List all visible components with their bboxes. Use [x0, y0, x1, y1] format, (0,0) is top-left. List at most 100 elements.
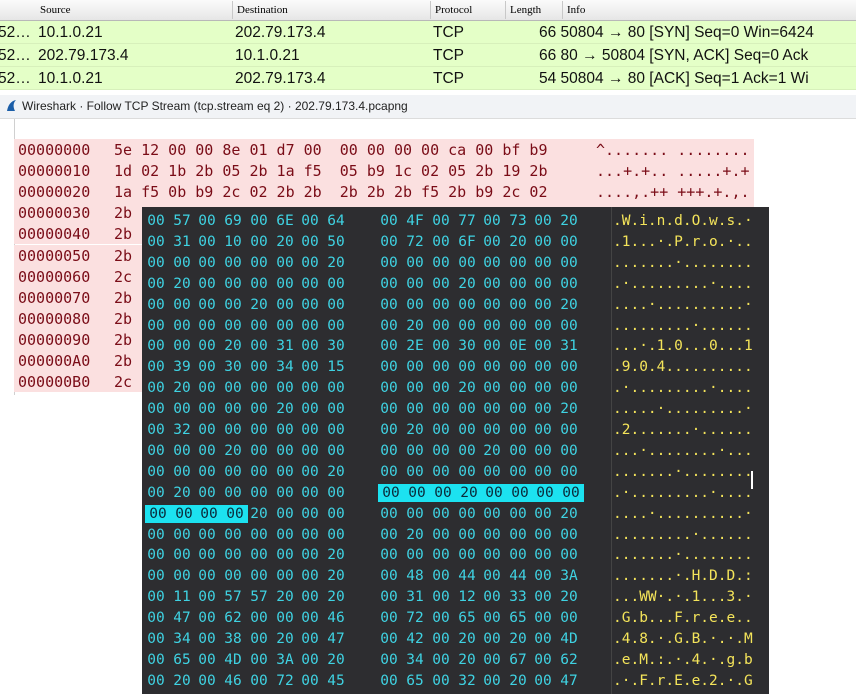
hex-byte[interactable]: 20	[171, 275, 193, 293]
hex-byte[interactable]: 15	[325, 358, 347, 376]
hex-byte[interactable]: 00	[507, 442, 529, 460]
hex-byte[interactable]: 00	[558, 442, 580, 460]
hex-byte[interactable]: 00	[558, 254, 580, 272]
hex-byte[interactable]: 00	[430, 630, 452, 648]
hex-byte[interactable]: 57	[171, 212, 193, 230]
hex-byte[interactable]: 00	[325, 400, 347, 418]
hex-byte[interactable]: 00	[507, 275, 529, 293]
hex-byte[interactable]: 62	[222, 609, 244, 627]
hex-byte[interactable]: 20	[558, 505, 580, 523]
hex-byte[interactable]: 20	[456, 379, 478, 397]
hex-byte[interactable]: 00	[430, 651, 452, 669]
hex-byte[interactable]: 00	[481, 337, 503, 355]
hex-byte[interactable]: 00	[325, 442, 347, 460]
hex-byte[interactable]: 00	[558, 358, 580, 376]
hex-byte[interactable]: 00	[299, 379, 321, 397]
hex-byte[interactable]: 00	[378, 421, 400, 439]
hex-ascii[interactable]: .1...·.P.r.o.·..	[611, 233, 753, 251]
hex-byte[interactable]: 00	[378, 483, 404, 502]
hex-byte[interactable]: 00	[378, 254, 400, 272]
hex-byte[interactable]: 00	[196, 254, 218, 272]
hex-byte[interactable]: 00	[481, 526, 503, 544]
hex-byte[interactable]: 00	[196, 567, 218, 585]
hex-byte[interactable]: 00	[481, 296, 503, 314]
hex-byte[interactable]: 00	[171, 442, 193, 460]
hex-byte[interactable]: 00	[145, 442, 167, 460]
hex-byte[interactable]: 00	[378, 546, 400, 564]
hex-byte[interactable]: 57	[222, 588, 244, 606]
hex-byte[interactable]: 00	[222, 296, 244, 314]
hex-byte[interactable]: 00	[481, 233, 503, 251]
hex-byte[interactable]: 00	[481, 672, 503, 690]
hex-byte[interactable]: 47	[171, 609, 193, 627]
hex-byte[interactable]: 00	[248, 546, 270, 564]
hex-byte[interactable]: 34	[171, 630, 193, 648]
hex-byte[interactable]: 30	[222, 358, 244, 376]
hex-byte[interactable]: 00	[430, 588, 452, 606]
hex-byte[interactable]: 00	[430, 526, 452, 544]
hex-byte[interactable]: 00	[248, 317, 270, 335]
hex-byte[interactable]: 00	[145, 651, 167, 669]
hex-byte[interactable]: 00	[456, 546, 478, 564]
hex-byte[interactable]: 00	[378, 442, 400, 460]
hex-byte[interactable]: 48	[404, 567, 426, 585]
hex-byte[interactable]: 20	[171, 672, 193, 690]
hex-byte[interactable]: 00	[532, 567, 554, 585]
hex-byte[interactable]: 00	[430, 233, 452, 251]
hex-byte[interactable]: 00	[378, 317, 400, 335]
hex-byte[interactable]: 4D	[222, 651, 244, 669]
hex-byte[interactable]: 00	[145, 379, 167, 397]
hex-byte[interactable]: 00	[456, 296, 478, 314]
hex-byte[interactable]: 00	[325, 317, 347, 335]
hex-byte[interactable]: 00	[299, 442, 321, 460]
hex-byte[interactable]: 20	[274, 233, 296, 251]
hex-byte[interactable]: 00	[558, 317, 580, 335]
hex-byte[interactable]: 00	[299, 337, 321, 355]
hex-byte[interactable]: 00	[248, 254, 270, 272]
hex-byte[interactable]: 00	[196, 672, 218, 690]
hex-byte[interactable]: 77	[456, 212, 478, 230]
hex-byte[interactable]: 00	[378, 526, 400, 544]
hex-byte[interactable]: 00	[299, 400, 321, 418]
hex-byte[interactable]: 00	[274, 442, 296, 460]
hex-byte[interactable]: 00	[274, 379, 296, 397]
hex-byte[interactable]: 00	[274, 296, 296, 314]
hex-byte[interactable]: 20	[274, 400, 296, 418]
hex-byte[interactable]: 00	[274, 505, 296, 523]
hex-byte[interactable]: 00	[196, 337, 218, 355]
hex-byte[interactable]: 47	[325, 630, 347, 648]
hex-byte[interactable]: 00	[404, 296, 426, 314]
hex-byte[interactable]: 42	[404, 630, 426, 648]
hex-byte[interactable]: 00	[481, 358, 503, 376]
hex-byte[interactable]: 00	[299, 212, 321, 230]
hex-byte[interactable]: 73	[507, 212, 529, 230]
hex-byte[interactable]: 00	[430, 379, 452, 397]
hex-editor-panel[interactable]: 00 57 00 69 00 6E 00 64 00 4F 00 77 00 73 00 20 .W.i.n.d…	[142, 207, 769, 694]
hex-byte[interactable]: 00	[299, 630, 321, 648]
hex-byte[interactable]: 20	[456, 630, 478, 648]
hex-byte[interactable]: 00	[378, 567, 400, 585]
hex-byte[interactable]: 00	[378, 609, 400, 627]
hex-byte[interactable]: 00	[430, 421, 452, 439]
hex-byte[interactable]: 00	[558, 463, 580, 481]
hex-byte[interactable]: 00	[430, 337, 452, 355]
hex-byte[interactable]: 00	[481, 588, 503, 606]
hex-byte[interactable]: 00	[145, 546, 167, 564]
hex-byte[interactable]: 00	[274, 463, 296, 481]
hex-byte[interactable]: 00	[325, 421, 347, 439]
hex-byte[interactable]: 00	[456, 442, 478, 460]
hex-ascii[interactable]: .........·......	[611, 526, 753, 544]
hex-byte[interactable]: 00	[507, 421, 529, 439]
hex-byte[interactable]: 00	[248, 358, 270, 376]
hex-byte[interactable]: 00	[145, 317, 167, 335]
hex-byte[interactable]: 00	[274, 484, 296, 502]
hex-byte[interactable]: 00	[196, 379, 218, 397]
hex-byte[interactable]: 00	[430, 609, 452, 627]
hex-byte[interactable]: 00	[145, 609, 167, 627]
hex-byte[interactable]: 00	[222, 254, 244, 272]
hex-byte[interactable]: 00	[222, 400, 244, 418]
hex-byte[interactable]: 00	[171, 546, 193, 564]
hex-ascii[interactable]: ....·..........·	[611, 505, 753, 523]
hex-byte[interactable]: 00	[274, 254, 296, 272]
hex-byte[interactable]: 00	[171, 463, 193, 481]
